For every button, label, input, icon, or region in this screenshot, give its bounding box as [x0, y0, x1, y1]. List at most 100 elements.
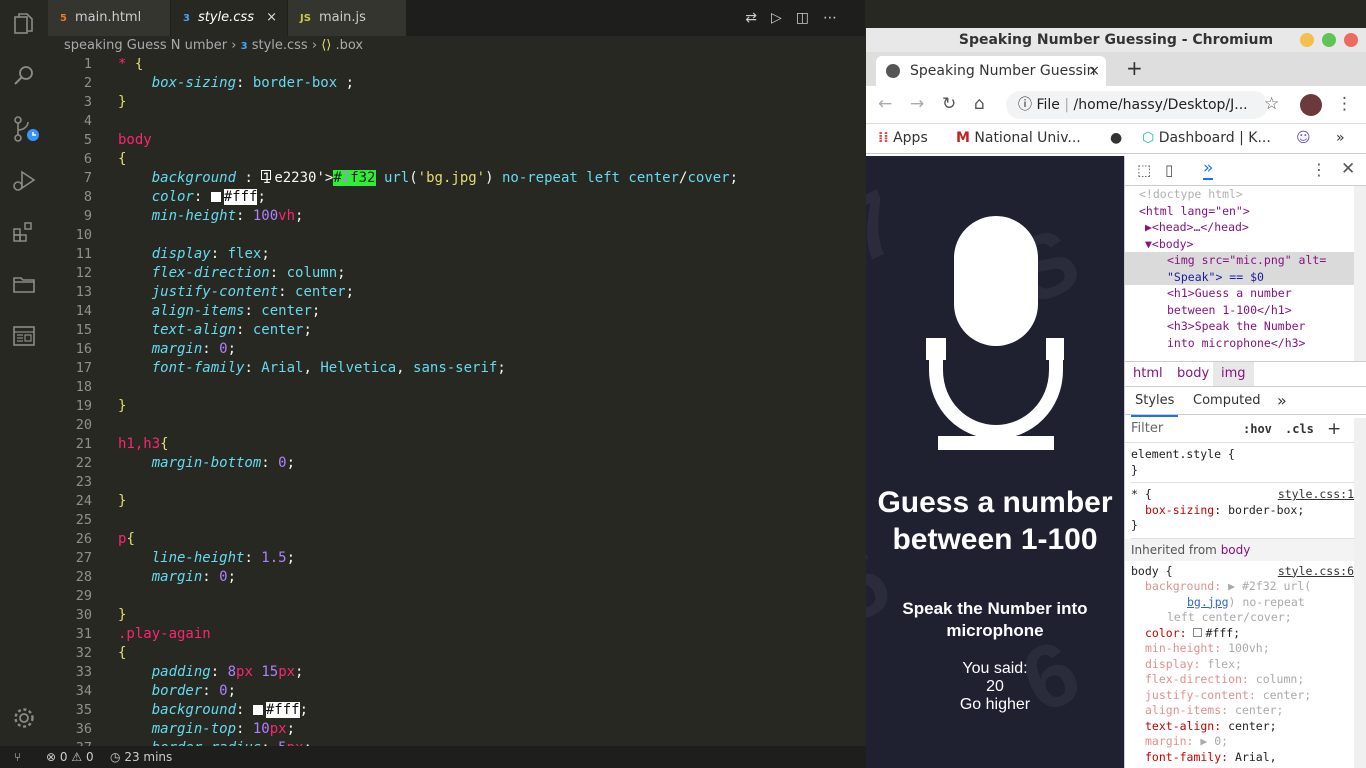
code-line[interactable]: border: 0; [118, 683, 236, 699]
run-debug-icon[interactable] [12, 168, 36, 192]
css-declaration[interactable]: margin: ▶ 0; [1131, 734, 1366, 750]
back-icon[interactable]: ← [878, 94, 892, 114]
dom-line-selected[interactable]: <img src="mic.png" alt= "Speak"> == $0 [1125, 252, 1366, 285]
bookmark-github[interactable]: ● [1110, 130, 1122, 146]
code-line[interactable]: flex-direction: column; [118, 265, 346, 281]
styles-scrollbar[interactable] [1354, 418, 1366, 768]
source-control-icon[interactable] [12, 116, 42, 142]
css-declaration[interactable]: align-items: center; [1131, 703, 1366, 719]
code-line[interactable]: h1,h3{ [118, 436, 169, 452]
breadcrumb-file[interactable]: style.css [252, 38, 308, 53]
close-window-button[interactable] [1344, 33, 1358, 47]
more-icon[interactable]: ⋯ [823, 10, 851, 26]
menu-icon[interactable]: ⋮ [1336, 94, 1353, 114]
time-indicator[interactable]: ◷ 23 mins [110, 746, 172, 768]
breadcrumb-symbol[interactable]: .box [335, 38, 363, 53]
bookmark-star-icon[interactable]: ☆ [1264, 94, 1279, 114]
tab-main-js[interactable]: JS main.js [288, 0, 406, 36]
code-line[interactable]: align-items: center; [118, 303, 321, 319]
bookmark-bot-icon[interactable]: ☺ [1296, 130, 1311, 146]
close-icon[interactable]: ✕ [1341, 159, 1355, 179]
code-line[interactable]: display: flex; [118, 246, 270, 262]
search-icon[interactable] [12, 63, 36, 87]
maximize-button[interactable] [1322, 33, 1336, 47]
crumb-body[interactable]: body [1177, 362, 1209, 386]
avatar[interactable] [1300, 94, 1322, 116]
code-line[interactable]: p{ [118, 531, 135, 547]
tab-styles[interactable]: Styles [1131, 387, 1179, 417]
code-line[interactable]: } [118, 398, 126, 414]
dom-line[interactable]: ▼<body> [1139, 236, 1366, 253]
problems-indicator[interactable]: ⊗ 0 ⚠ 0 [46, 746, 94, 768]
code-line[interactable]: text-align: center; [118, 322, 312, 338]
code-line[interactable]: background : 1 e2230'>#2f32 url('bg.jpg')… [118, 170, 738, 187]
new-tab-icon[interactable]: + [1126, 56, 1143, 80]
extensions-icon[interactable] [12, 220, 36, 244]
css-declaration[interactable]: font-family: Arial, [1131, 750, 1366, 766]
dom-line[interactable]: into microphone</h3> [1139, 335, 1366, 352]
code-line[interactable]: margin: 0; [118, 341, 236, 357]
close-icon[interactable]: × [1088, 56, 1100, 86]
dom-line[interactable]: <!doctype html> [1139, 186, 1366, 203]
settings-gear-icon[interactable] [12, 706, 36, 730]
crumb-img[interactable]: img [1213, 362, 1254, 386]
code-line[interactable]: padding: 8px 15px; [118, 664, 304, 680]
explorer-icon[interactable] [12, 12, 36, 36]
code-line[interactable]: min-height: 100vh; [118, 208, 304, 224]
style-source-link[interactable]: style.css:1 [1278, 487, 1354, 503]
crumb-html[interactable]: html [1133, 362, 1163, 386]
address-bar[interactable]: ⓘ File | /home/hassy/Desktop/J... [1006, 91, 1268, 119]
run-icon[interactable]: ▷ [771, 10, 796, 26]
code-line[interactable]: margin-bottom: 0; [118, 455, 295, 471]
css-declaration[interactable]: text-align: center; [1131, 719, 1366, 735]
css-value[interactable]: border-box; [1228, 503, 1304, 517]
code-line[interactable]: { [118, 645, 126, 661]
code-line[interactable]: } [118, 607, 126, 623]
more-tabs-icon[interactable]: » [1277, 387, 1287, 415]
code-line[interactable]: justify-content: center; [118, 284, 354, 300]
element-style-rule[interactable]: element.style { [1131, 443, 1366, 463]
inherited-element[interactable]: body [1221, 543, 1251, 557]
code-line[interactable]: background: #fff; [118, 702, 308, 718]
dom-line[interactable]: <h1>Guess a number [1139, 285, 1366, 302]
css-property[interactable]: box-sizing [1145, 503, 1214, 517]
inspect-icon[interactable]: ⬚ [1137, 161, 1151, 179]
device-toggle-icon[interactable]: ▯ [1165, 161, 1173, 179]
color-swatch[interactable] [1193, 627, 1203, 637]
code-line[interactable]: line-height: 1.5; [118, 550, 295, 566]
compare-icon[interactable]: ⇄ [745, 10, 771, 26]
forward-icon[interactable]: → [910, 94, 924, 114]
dom-line[interactable]: ▶<head>…</head> [1139, 219, 1366, 236]
browser-tab[interactable]: Speaking Number Guessin × [876, 56, 1106, 86]
code-line[interactable]: body [118, 132, 152, 148]
dom-line[interactable]: <html lang="en"> [1139, 203, 1366, 220]
dom-scrollbar[interactable] [1354, 186, 1366, 361]
dom-line[interactable]: <h3>Speak the Number [1139, 318, 1366, 335]
css-declaration[interactable]: left center/cover; [1131, 610, 1366, 626]
star-rule[interactable]: style.css:1 * { [1131, 483, 1366, 503]
close-icon[interactable]: × [266, 0, 277, 36]
home-icon[interactable]: ⌂ [974, 94, 985, 114]
code-line[interactable]: margin: 0; [118, 569, 236, 585]
tab-computed[interactable]: Computed [1193, 387, 1261, 415]
dom-tree[interactable]: <!doctype html> <html lang="en"> ▶<head>… [1125, 186, 1366, 361]
branch-icon[interactable]: ⑂ [14, 746, 21, 768]
css-declaration[interactable]: display: flex; [1131, 657, 1366, 673]
bookmark-dashboard[interactable]: ⬡ Dashboard | K... [1142, 130, 1271, 146]
code-line[interactable]: color: #fff; [118, 189, 266, 205]
code-line[interactable]: font-family: Arial, Helvetica, sans-seri… [118, 360, 506, 376]
hov-toggle[interactable]: :hov [1243, 415, 1272, 443]
code-line[interactable]: { [118, 151, 126, 167]
code-line[interactable]: margin-top: 10px; [118, 721, 295, 737]
dom-line[interactable]: between 1-100</h1> [1139, 302, 1366, 319]
css-declaration[interactable]: bg.jpg) no-repeat [1131, 595, 1366, 611]
bookmark-apps[interactable]: ⁞⁞ Apps [878, 130, 928, 146]
more-bookmarks-icon[interactable]: » [1336, 130, 1345, 146]
code-line[interactable]: } [118, 94, 126, 110]
folder-icon[interactable] [12, 272, 36, 296]
code-line[interactable]: } [118, 493, 126, 509]
css-declaration[interactable]: color: #fff; [1131, 626, 1366, 642]
tab-main-html[interactable]: 5 main.html [48, 0, 170, 36]
code-line[interactable]: * { [118, 58, 143, 72]
code-line[interactable]: .play-again [118, 626, 211, 642]
